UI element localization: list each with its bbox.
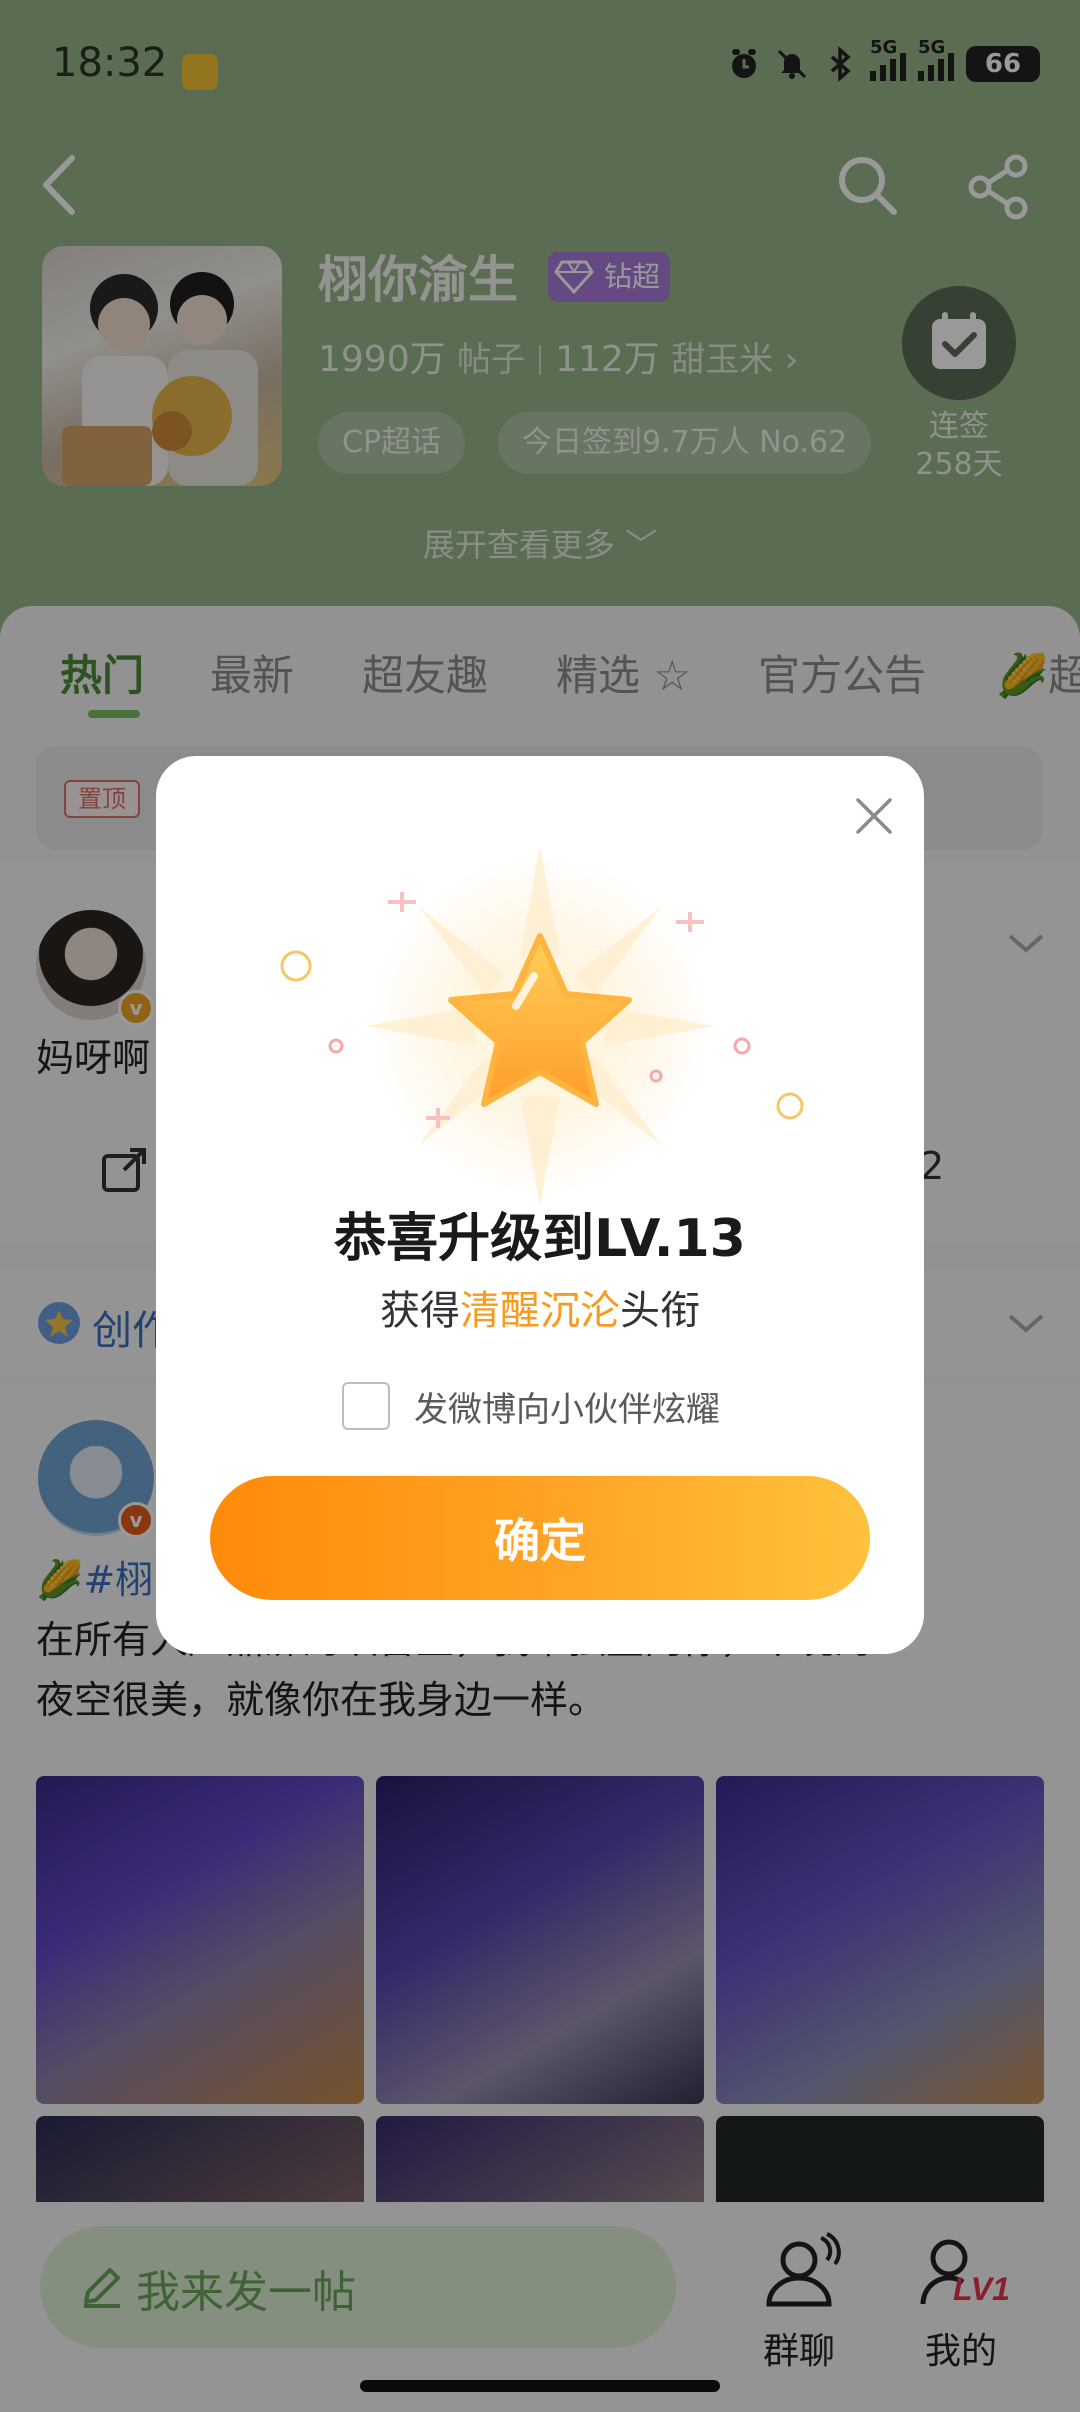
- share-checkbox[interactable]: [342, 1382, 390, 1430]
- share-label: 发微博向小伙伴炫耀: [414, 1389, 720, 1430]
- share-to-weibo-option[interactable]: 发微博向小伙伴炫耀: [342, 1380, 720, 1432]
- reward-title: 清醒沉沦: [460, 1288, 620, 1334]
- confirm-button[interactable]: 确定: [210, 1476, 870, 1600]
- level-up-title: 恭喜升级到LV.13: [334, 1209, 746, 1269]
- star-celebration-icon: [280, 846, 804, 1206]
- title-reward-text: 获得清醒沉沦头衔: [380, 1288, 700, 1334]
- level-up-dialog: 恭喜升级到LV.13 获得清醒沉沦头衔 发微博向小伙伴炫耀 确定: [156, 756, 924, 1654]
